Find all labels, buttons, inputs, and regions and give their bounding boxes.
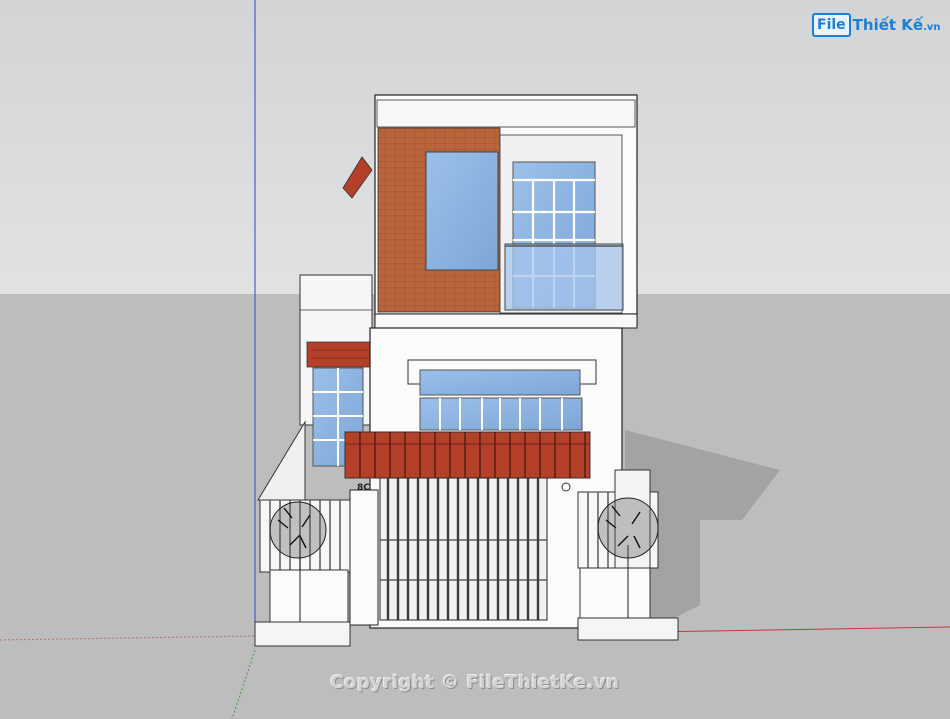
transom-window xyxy=(419,369,581,396)
left-pillar xyxy=(349,489,379,626)
balcony-glass-railing xyxy=(504,243,624,311)
upper-window-glass xyxy=(425,151,499,271)
sketchup-viewport: 8C File Thiết Kế.vn Copyright © FileThie… xyxy=(0,0,950,719)
left-planter-base xyxy=(254,621,351,647)
filethietke-logo: File Thiết Kế.vn xyxy=(812,12,941,38)
copyright-watermark: Copyright © FileThietKe.vn xyxy=(330,672,620,693)
right-planter xyxy=(579,567,651,619)
tiled-awning xyxy=(344,431,591,479)
logo-badge: File xyxy=(812,13,851,37)
logo-name-text: Thiết Kế xyxy=(852,16,924,34)
left-planter xyxy=(269,569,349,623)
main-gate xyxy=(379,477,548,621)
side-roof xyxy=(306,341,373,368)
right-planter-base xyxy=(577,617,679,641)
logo-name: Thiết Kế.vn xyxy=(853,16,941,34)
logo-tld: .vn xyxy=(923,22,941,33)
wall-lamp xyxy=(561,482,571,492)
house-3d-model-render: 8C xyxy=(0,0,950,719)
